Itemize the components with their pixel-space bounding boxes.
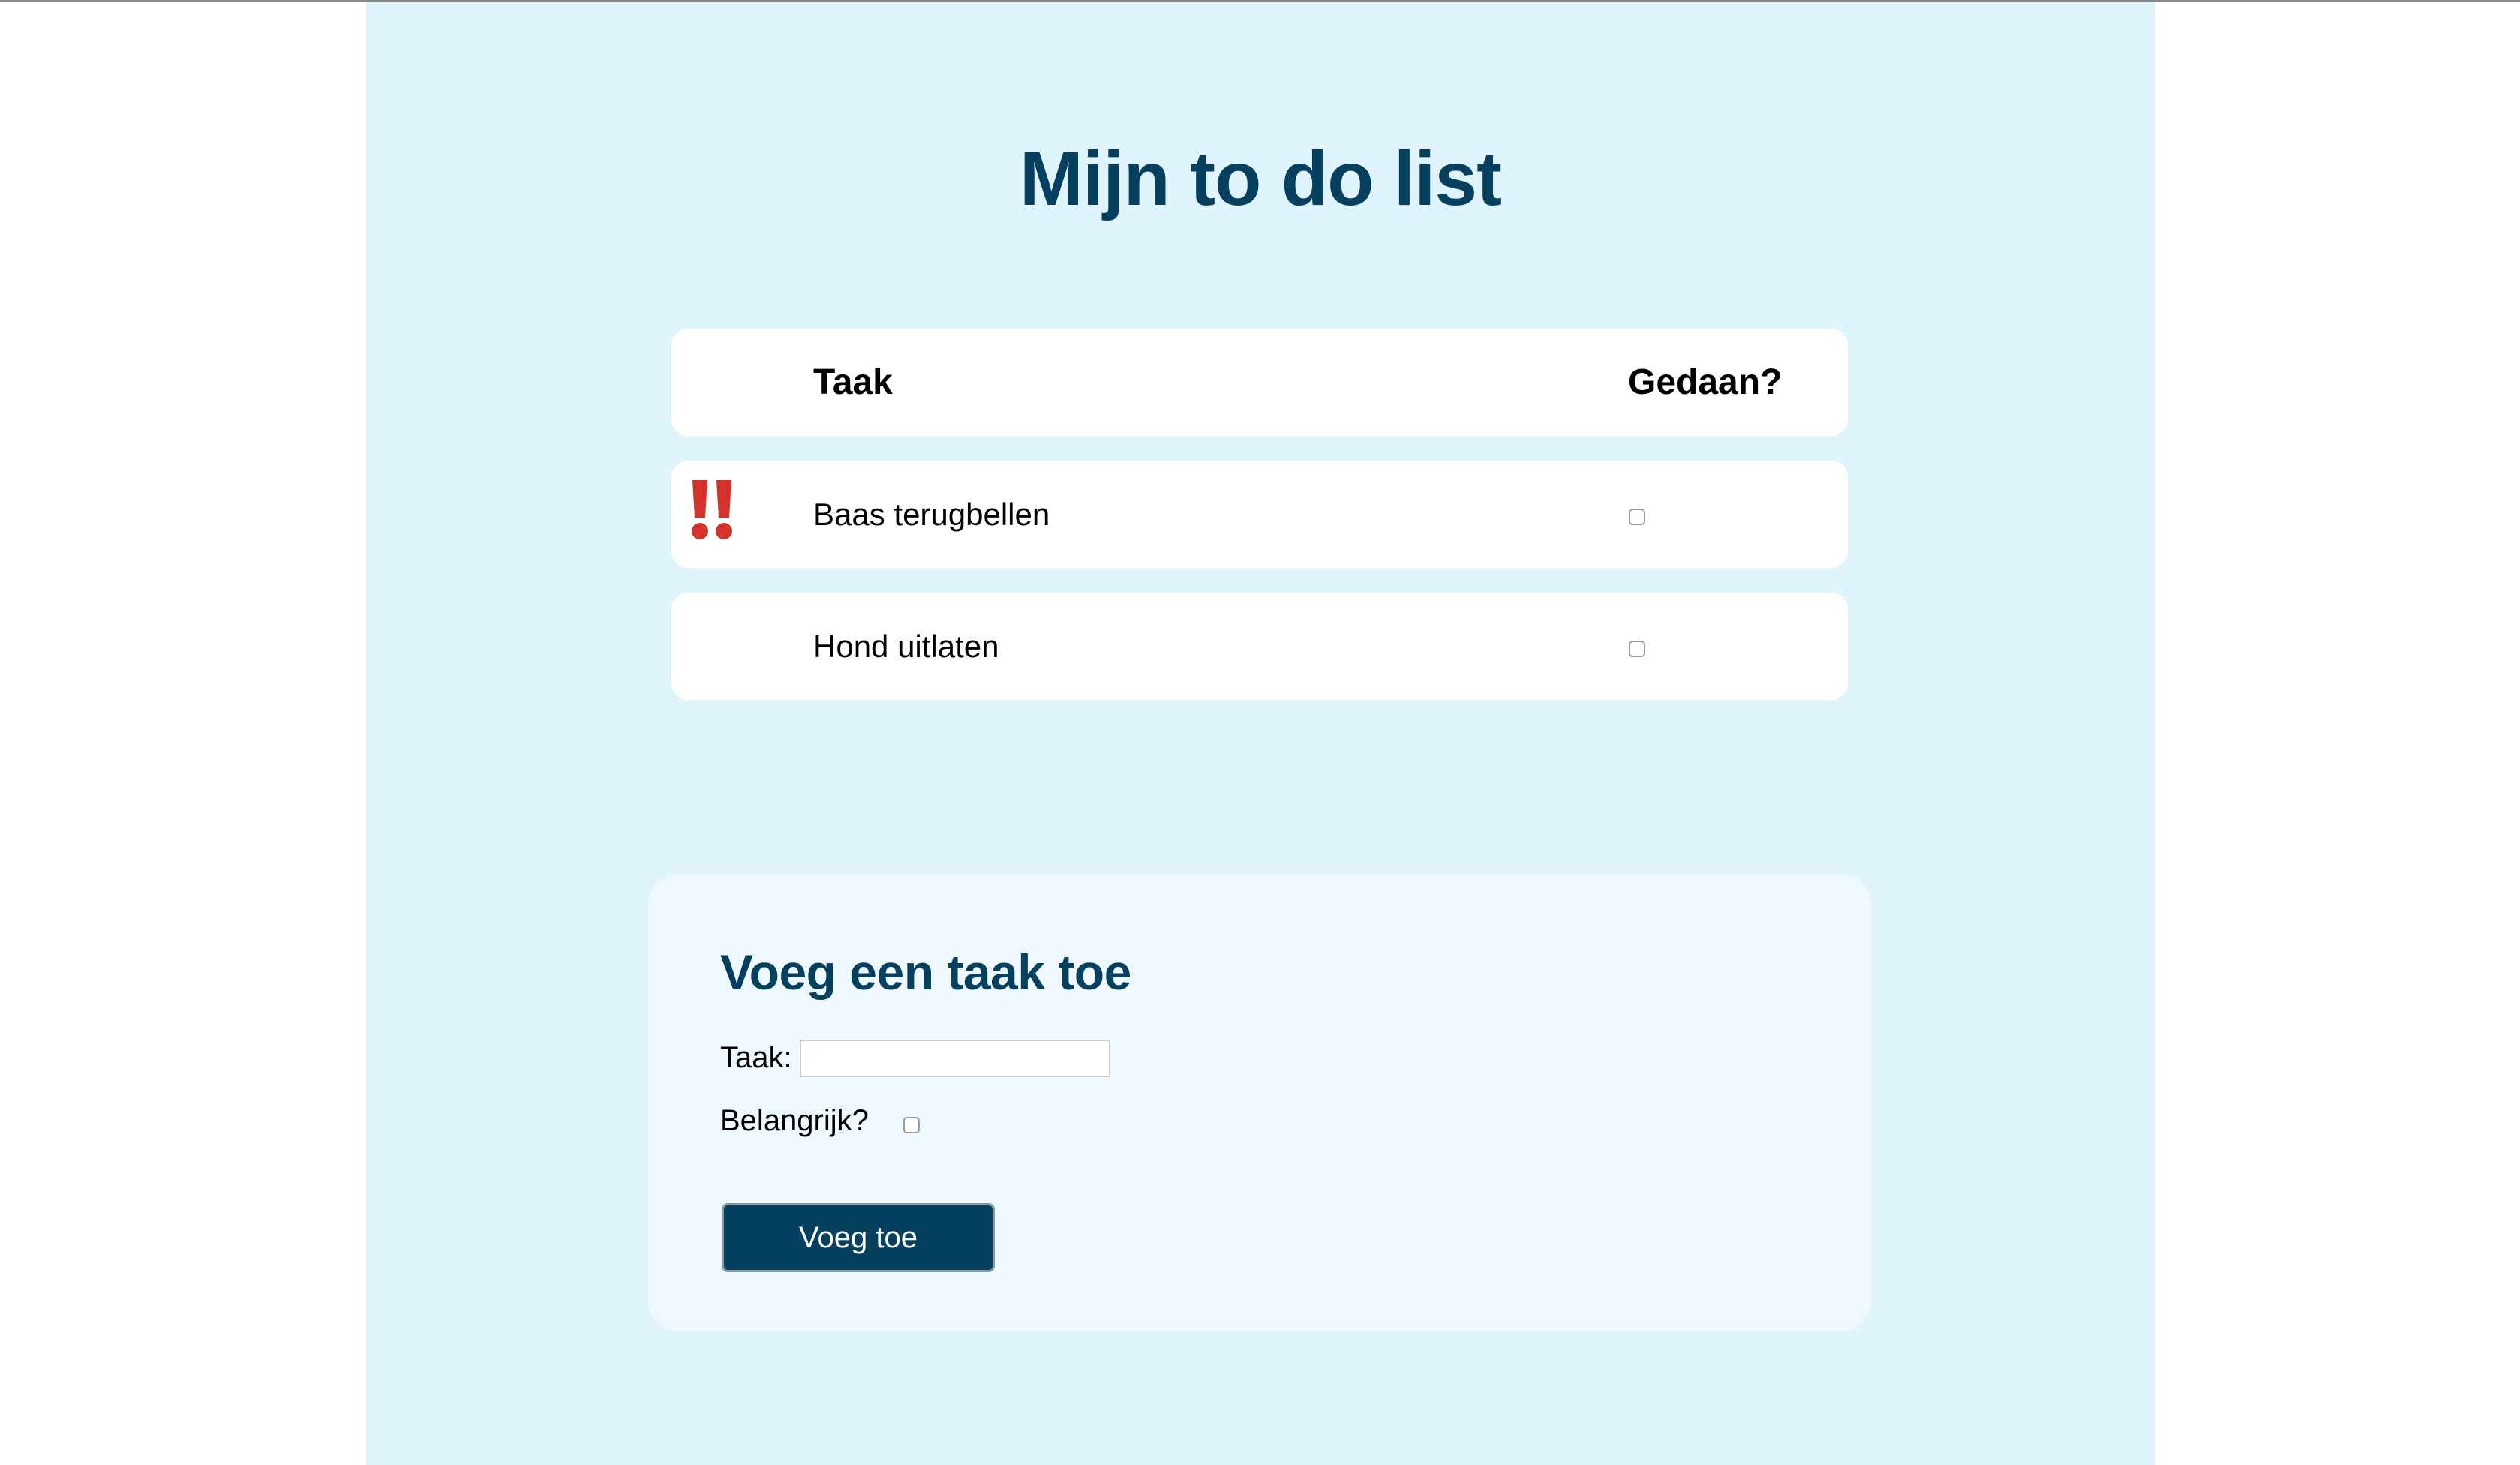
page-title: Mijn to do list bbox=[1019, 136, 1502, 221]
form-title: Voeg een taak toe bbox=[720, 944, 1131, 1000]
add-task-button[interactable]: Voeg toe bbox=[722, 1203, 995, 1272]
table-row: Baas terugbellen bbox=[671, 461, 1848, 568]
task-input[interactable] bbox=[800, 1040, 1110, 1077]
task-field-label: Taak: bbox=[720, 1041, 792, 1074]
header-done: Gedaan? bbox=[1628, 362, 1783, 402]
important-field-label: Belangrijk? bbox=[720, 1104, 869, 1137]
task-label: Baas terugbellen bbox=[813, 497, 1050, 532]
page-container: Mijn to do list Taak Gedaan? Baas terugb… bbox=[366, 2, 2155, 1465]
task-label: Hond uitlaten bbox=[813, 629, 999, 664]
important-checkbox[interactable] bbox=[903, 1117, 920, 1133]
add-task-form: Voeg een taak toe Taak: Belangrijk? Voeg… bbox=[648, 875, 1871, 1331]
done-checkbox[interactable] bbox=[1629, 509, 1645, 525]
done-checkbox[interactable] bbox=[1629, 641, 1645, 657]
header-task: Taak bbox=[813, 362, 893, 402]
table-row: Hond uitlaten bbox=[671, 593, 1848, 700]
table-header: Taak Gedaan? bbox=[671, 329, 1848, 436]
important-icon bbox=[692, 480, 732, 539]
